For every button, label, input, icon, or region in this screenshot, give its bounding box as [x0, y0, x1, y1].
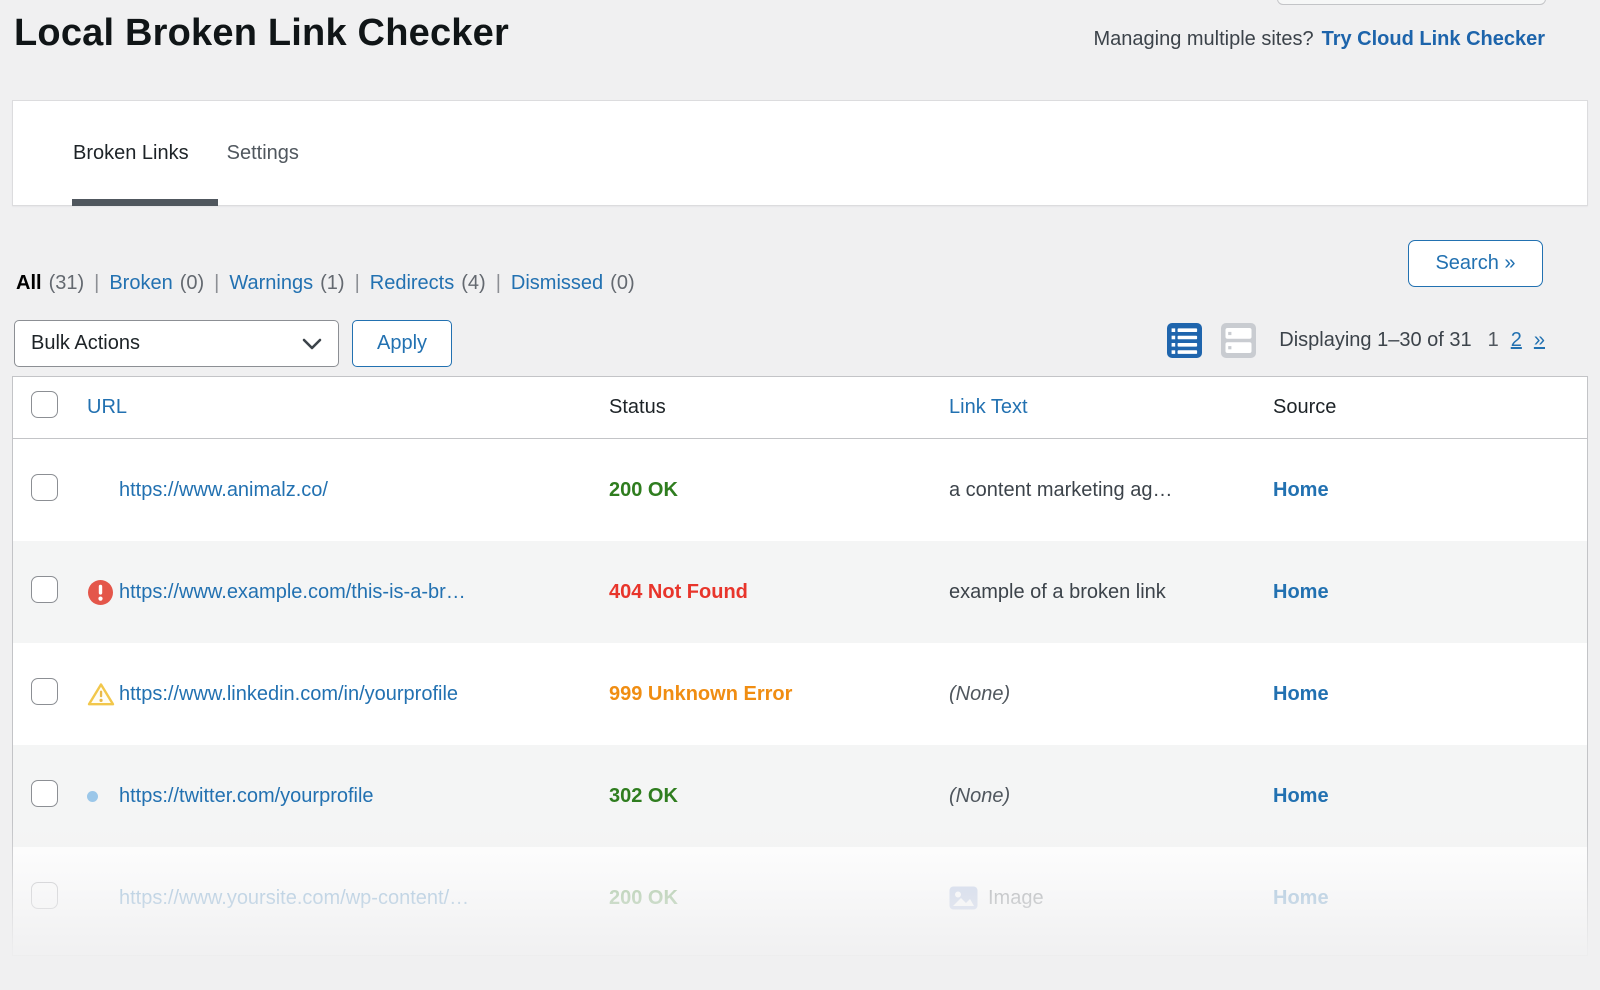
column-header-url[interactable]: URL	[87, 396, 127, 418]
link-text: Image	[949, 886, 1273, 910]
row-checkbox[interactable]	[31, 882, 58, 909]
url-link[interactable]: https://www.example.com/this-is-a-br…	[119, 581, 466, 604]
page-number-2-link[interactable]: 2	[1511, 329, 1522, 352]
status-text: 200 OK	[609, 887, 678, 909]
filter-warnings[interactable]: Warnings(1)	[229, 272, 344, 295]
status-text: 404 Not Found	[609, 581, 748, 603]
tabs-card: Broken Links Settings	[12, 100, 1588, 206]
status-text: 302 OK	[609, 785, 678, 807]
row-checkbox[interactable]	[31, 678, 58, 705]
filter-separator: |	[496, 272, 501, 295]
source-link[interactable]: Home	[1273, 581, 1329, 603]
active-tab-underline	[72, 199, 218, 206]
row-checkbox[interactable]	[31, 474, 58, 501]
page-title: Local Broken Link Checker	[14, 12, 509, 55]
page-number-current: 1	[1488, 329, 1499, 352]
column-header-status: Status	[609, 396, 666, 418]
tab-bar: Broken Links Settings	[73, 101, 299, 205]
bulk-actions-select[interactable]: Bulk Actions	[14, 320, 339, 367]
filter-broken[interactable]: Broken(0)	[109, 272, 204, 295]
url-link[interactable]: https://www.animalz.co/	[119, 479, 328, 502]
filter-redirects[interactable]: Redirects(4)	[370, 272, 486, 295]
managing-sites-text: Managing multiple sites?	[1093, 28, 1313, 50]
tab-broken-links[interactable]: Broken Links	[73, 142, 189, 165]
link-text: example of a broken link	[949, 581, 1273, 604]
managing-sites-note: Managing multiple sites? Try Cloud Link C…	[1093, 28, 1545, 51]
source-link[interactable]: Home	[1273, 479, 1329, 501]
column-header-source: Source	[1273, 396, 1336, 418]
view-toggle	[1166, 322, 1257, 359]
warning-triangle-icon	[87, 682, 115, 707]
image-icon	[949, 886, 978, 910]
displaying-count: Displaying 1–30 of 31	[1279, 329, 1471, 352]
filter-all[interactable]: All(31)	[16, 272, 84, 295]
select-all-checkbox[interactable]	[31, 391, 58, 418]
filter-separator: |	[214, 272, 219, 295]
links-table: URL Status Link Text Source https://www.…	[12, 376, 1588, 956]
table-row: https://www.yoursite.com/wp-content/… 20…	[13, 847, 1587, 949]
link-text: (None)	[949, 785, 1273, 808]
column-header-link-text[interactable]: Link Text	[949, 396, 1028, 418]
table-row: https://www.animalz.co/ 200 OK a content…	[13, 439, 1587, 541]
table-row: https://www.linkedin.com/in/yourprofile …	[13, 643, 1587, 745]
url-link[interactable]: https://www.yoursite.com/wp-content/…	[119, 887, 469, 910]
status-text: 999 Unknown Error	[609, 683, 792, 705]
filter-dismissed-count: (0)	[610, 272, 634, 294]
redirect-dot-icon	[87, 791, 98, 802]
status-text: 200 OK	[609, 479, 678, 501]
filter-dismissed[interactable]: Dismissed(0)	[511, 272, 635, 295]
search-button[interactable]: Search »	[1408, 240, 1543, 287]
table-header-row: URL Status Link Text Source	[13, 377, 1587, 439]
filter-separator: |	[94, 272, 99, 295]
filter-redirects-count: (4)	[461, 272, 485, 294]
bulk-actions-label: Bulk Actions	[31, 332, 302, 355]
row-checkbox[interactable]	[31, 780, 58, 807]
row-checkbox[interactable]	[31, 576, 58, 603]
pagination: Displaying 1–30 of 31 1 2 »	[1279, 329, 1545, 352]
filter-warnings-count: (1)	[320, 272, 344, 294]
apply-button[interactable]: Apply	[352, 320, 452, 367]
url-link[interactable]: https://www.linkedin.com/in/yourprofile	[119, 683, 458, 706]
table-row: https://twitter.com/yourprofile 302 OK (…	[13, 745, 1587, 847]
filter-separator: |	[355, 272, 360, 295]
tab-settings[interactable]: Settings	[227, 142, 299, 165]
url-link[interactable]: https://twitter.com/yourprofile	[119, 785, 374, 808]
link-text: (None)	[949, 683, 1273, 706]
toolbar-right: Displaying 1–30 of 31 1 2 »	[1166, 322, 1545, 359]
chevron-down-icon	[302, 338, 322, 350]
list-view-icon[interactable]	[1166, 322, 1203, 359]
source-link[interactable]: Home	[1273, 887, 1329, 909]
table-row: https://www.example.com/this-is-a-br… 40…	[13, 541, 1587, 643]
source-link[interactable]: Home	[1273, 785, 1329, 807]
try-cloud-link-checker-link[interactable]: Try Cloud Link Checker	[1322, 28, 1545, 50]
next-page-link[interactable]: »	[1534, 329, 1545, 352]
status-filters: All(31) | Broken(0) | Warnings(1) | Redi…	[16, 272, 635, 295]
card-view-icon[interactable]	[1220, 322, 1257, 359]
filter-all-count: (31)	[49, 272, 85, 294]
filter-broken-count: (0)	[180, 272, 204, 294]
error-exclamation-icon	[87, 579, 114, 606]
source-link[interactable]: Home	[1273, 683, 1329, 705]
link-text: a content marketing ag…	[949, 479, 1273, 502]
cutoff-button-top[interactable]	[1277, 0, 1546, 5]
